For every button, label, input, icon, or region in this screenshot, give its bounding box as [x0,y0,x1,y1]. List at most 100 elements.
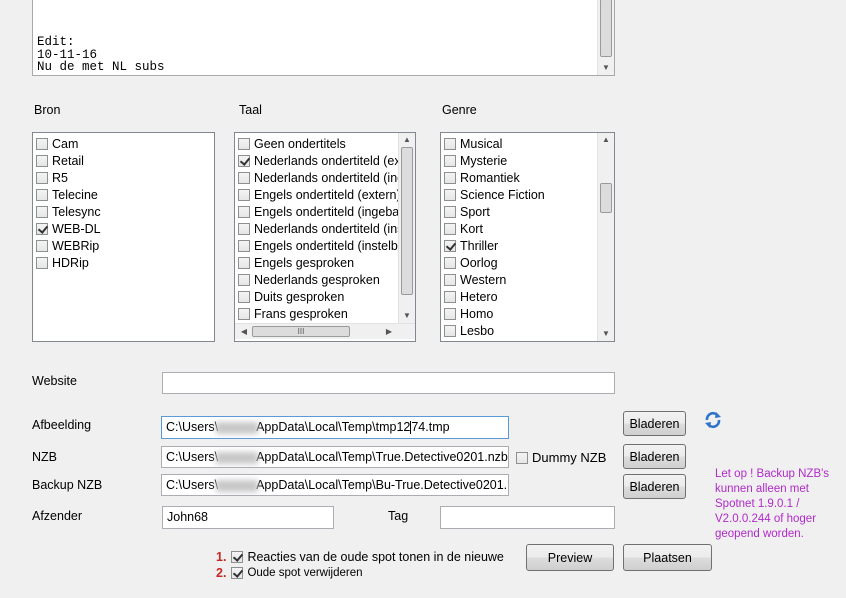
scroll-up-icon[interactable]: ▲ [399,133,415,147]
checkbox[interactable] [444,171,456,184]
checkbox[interactable] [36,239,48,252]
checkbox[interactable] [238,154,250,167]
taal-list[interactable]: Geen ondertitels Nederlands ondertiteld … [234,132,416,342]
verwijderen-checkbox[interactable] [231,567,244,579]
list-item[interactable]: WEBRip [36,237,99,254]
backup-nzb-input[interactable]: C:\Users\ AppData\Local\Temp\Bu-True.Dete… [161,474,509,496]
checkbox[interactable] [444,137,456,150]
website-input[interactable] [162,372,615,394]
list-item[interactable]: Homo [444,305,493,322]
list-item[interactable]: Engels gesproken [238,254,354,271]
checkbox[interactable] [444,256,456,269]
list-item[interactable]: Science Fiction [444,186,545,203]
plaatsen-button[interactable]: Plaatsen [623,544,712,571]
list-item[interactable]: Duits gesproken [238,288,344,305]
verwijderen-option[interactable]: 2. Oude spot verwijderen [216,566,363,580]
list-item[interactable]: Oorlog [444,254,498,271]
list-item[interactable]: Sport [444,203,490,220]
list-item[interactable]: Hetero [444,288,498,305]
checkbox[interactable] [444,290,456,303]
tag-input[interactable] [440,506,615,529]
list-item[interactable]: Lesbo [444,322,494,339]
bron-list[interactable]: Cam Retail R5 Telecine Telesync WEB-DL W… [32,132,215,342]
list-item[interactable]: Western [444,271,506,288]
list-item[interactable]: Kort [444,220,483,237]
scroll-down-icon[interactable]: ▼ [598,327,614,341]
afzender-input[interactable]: John68 [162,506,334,529]
preview-button[interactable]: Preview [526,544,614,571]
genre-vscrollbar[interactable]: ▲ ▼ [597,133,614,341]
checkbox[interactable] [36,222,48,235]
checkbox[interactable] [444,188,456,201]
description-scrollbar[interactable]: ▼ [597,0,614,75]
checkbox[interactable] [444,307,456,320]
list-item[interactable]: HDRip [36,254,89,271]
afbeelding-browse-button[interactable]: Bladeren [623,411,686,436]
list-item[interactable]: Musical [444,135,502,152]
list-item[interactable]: Romantiek [444,169,520,186]
list-item[interactable]: Engels ondertiteld (instelba [238,237,405,254]
item-label: Romantiek [460,170,520,185]
checkbox[interactable] [238,222,250,235]
list-item[interactable]: Nederlands ondertiteld (ex [238,152,401,169]
nzb-input[interactable]: C:\Users\ AppData\Local\Temp\True.Detecti… [161,446,509,468]
scrollbar-thumb[interactable] [600,183,612,213]
list-item[interactable]: Frans gesproken [238,305,348,322]
backup-nzb-browse-button[interactable]: Bladeren [623,474,686,499]
checkbox[interactable] [238,256,250,269]
list-item[interactable]: R5 [36,169,68,186]
scroll-left-icon[interactable]: ◀ [237,325,251,339]
checkbox[interactable] [238,290,250,303]
checkbox[interactable] [238,239,250,252]
checkbox[interactable] [36,137,48,150]
list-item[interactable]: Nederlands ondertiteld (inc [238,169,403,186]
refresh-icon[interactable] [703,410,723,430]
list-item[interactable]: Nederlands ondertiteld (ins [238,220,403,237]
dummy-nzb-checkbox[interactable]: Dummy NZB [516,450,606,465]
checkbox[interactable] [238,171,250,184]
checkbox[interactable] [238,188,250,201]
checkbox[interactable] [238,205,250,218]
scrollbar-thumb[interactable] [600,0,612,57]
checkbox[interactable] [444,324,456,337]
list-item[interactable]: Geen ondertitels [238,135,346,152]
checkbox[interactable] [444,273,456,286]
checkbox[interactable] [36,171,48,184]
scroll-right-icon[interactable]: ▶ [382,325,396,339]
list-item[interactable]: Engels ondertiteld (ingebak [238,203,406,220]
scroll-down-icon[interactable]: ▼ [598,61,614,75]
list-item[interactable]: WEB-DL [36,220,101,237]
list-item[interactable]: Cam [36,135,78,152]
scrollbar-thumb[interactable] [401,147,413,295]
description-textarea[interactable]: Edit: 10-11-16 Nu de met NL subs ▼ [32,0,615,76]
scroll-up-icon[interactable]: ▲ [598,133,614,147]
checkbox[interactable] [444,222,456,235]
list-item[interactable]: Retail [36,152,84,169]
list-item[interactable]: Telesync [36,203,101,220]
reacties-option[interactable]: 1. Reacties van de oude spot tonen in de… [216,550,504,564]
checkbox[interactable] [444,154,456,167]
checkbox[interactable] [238,273,250,286]
taal-hscrollbar[interactable]: ◀ III ▶ [235,323,415,339]
list-item[interactable]: Telecine [36,186,98,203]
list-item[interactable]: Mysterie [444,152,507,169]
checkbox[interactable] [238,137,250,150]
nzb-browse-button[interactable]: Bladeren [623,444,686,469]
reacties-checkbox[interactable] [231,551,244,563]
checkbox[interactable] [36,205,48,218]
checkbox[interactable] [238,307,250,320]
checkbox[interactable] [444,239,456,252]
checkbox[interactable] [36,188,48,201]
scrollbar-thumb[interactable]: III [252,326,350,337]
list-item[interactable]: Engels ondertiteld (extern) [238,186,401,203]
checkbox[interactable] [36,154,48,167]
checkbox[interactable] [444,205,456,218]
list-item[interactable]: Nederlands gesproken [238,271,380,288]
list-item[interactable]: Thriller [444,237,498,254]
afbeelding-input[interactable]: C:\Users\ AppData\Local\Temp\tmp1274.tmp [161,416,509,439]
scroll-down-icon[interactable]: ▼ [399,309,415,323]
taal-vscrollbar[interactable]: ▲ ▼ [398,133,415,323]
checkbox[interactable] [516,451,528,464]
genre-list[interactable]: Musical Mysterie Romantiek Science Ficti… [440,132,615,342]
checkbox[interactable] [36,256,48,269]
